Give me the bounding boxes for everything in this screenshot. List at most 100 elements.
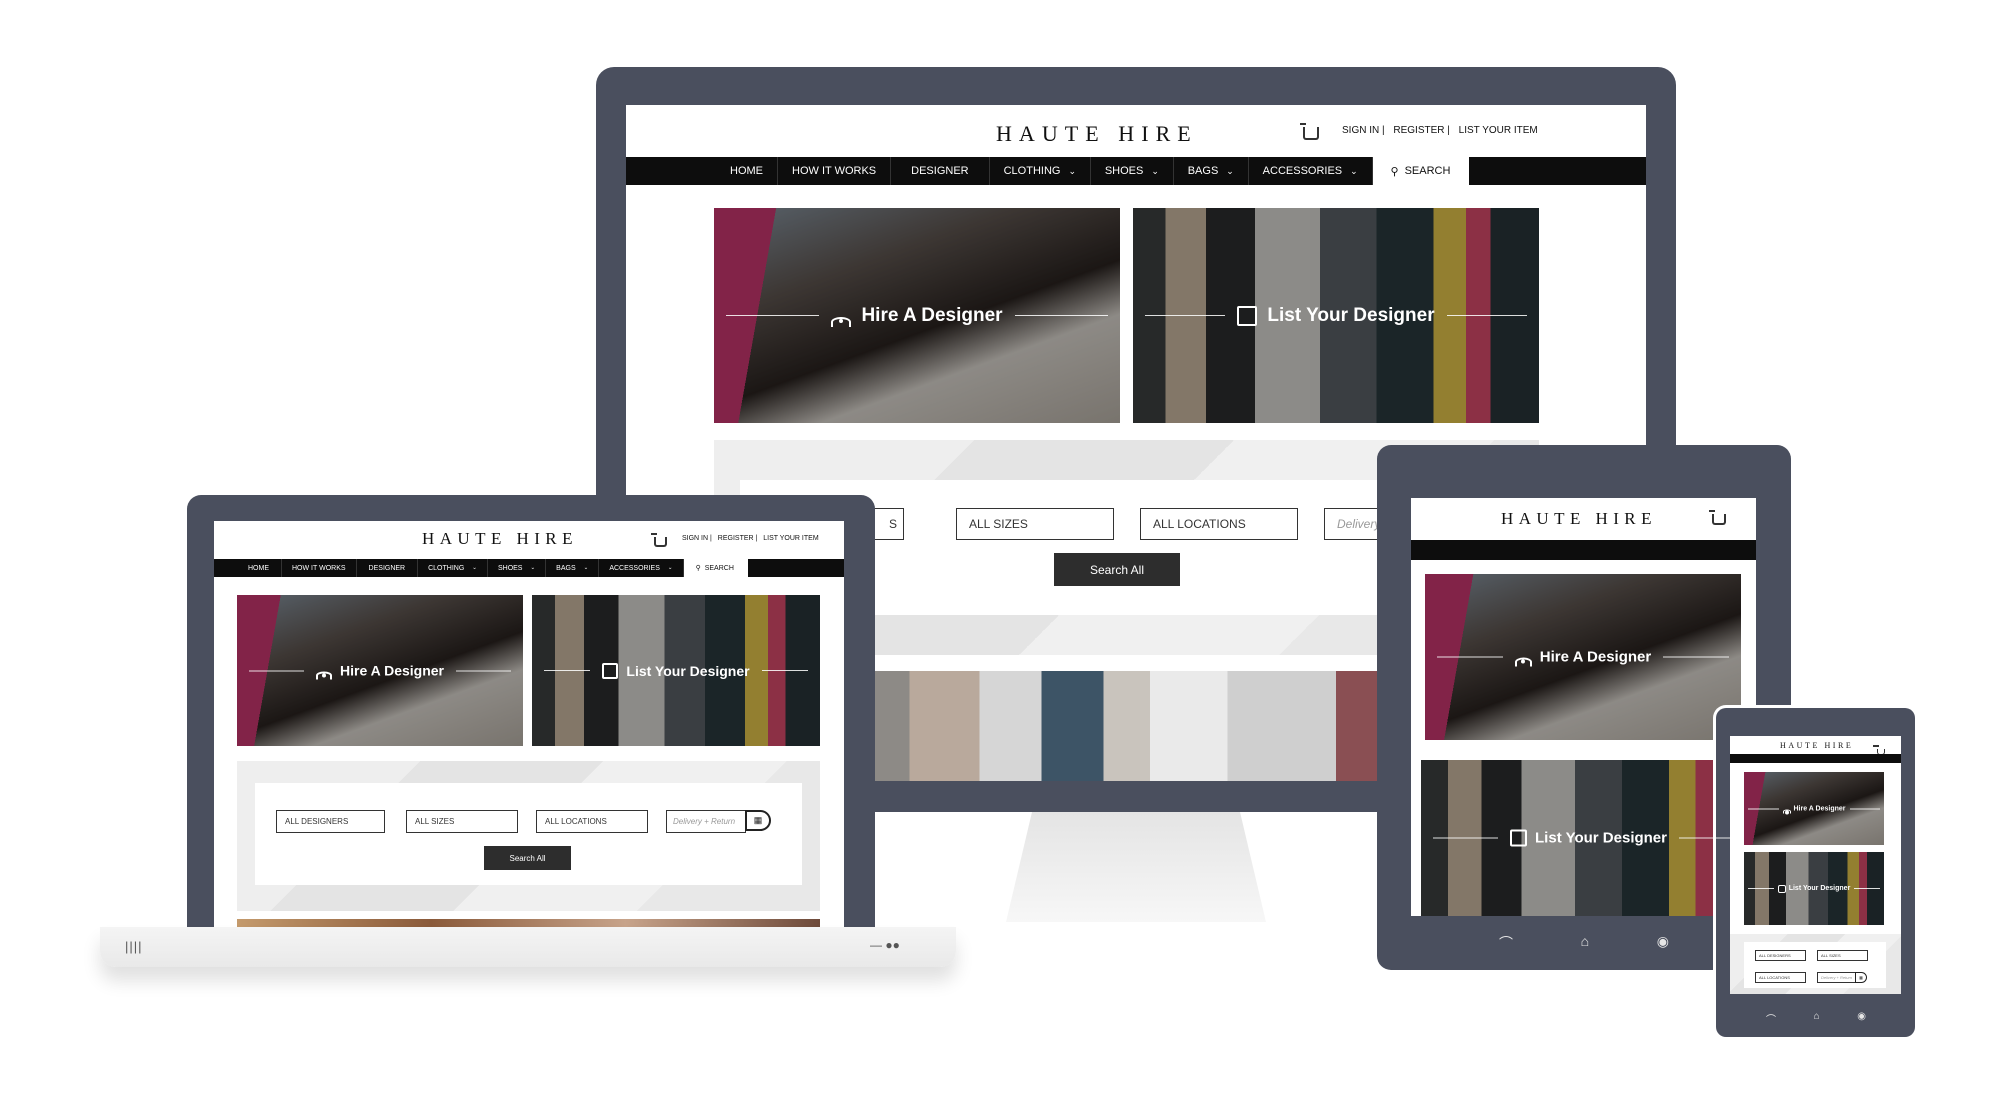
nav-clothing-label: CLOTHING xyxy=(1003,165,1061,177)
hero-list-designer[interactable]: List Your Designer xyxy=(1421,760,1756,916)
locations-filter[interactable]: ALL LOCATIONS xyxy=(536,810,648,833)
nav-clothing[interactable]: CLOTHING ⌄ xyxy=(418,559,488,577)
monitor-stand xyxy=(1006,812,1266,922)
chevron-down-icon: ⌄ xyxy=(1151,165,1159,176)
view-icon[interactable]: ◉ xyxy=(1657,933,1669,953)
delivery-field[interactable]: Delivery + Return xyxy=(1817,972,1856,983)
hero-list-designer[interactable]: List Your Designer xyxy=(532,595,820,746)
site-logo[interactable]: HAUTE HIRE xyxy=(1780,741,1853,750)
nav-shoes[interactable]: SHOES ⌄ xyxy=(488,559,547,577)
nav-search-label: SEARCH xyxy=(704,564,734,572)
nav-bags[interactable]: BAGS ⌄ xyxy=(546,559,600,577)
nav-shoes-label: SHOES xyxy=(497,564,523,572)
main-nav: HOME HOW IT WORKS DESIGNER CLOTHING ⌄ SHO… xyxy=(626,157,1646,185)
nav-search-label: SEARCH xyxy=(1404,165,1451,177)
view-icon[interactable]: ◉ xyxy=(1857,1011,1866,1026)
laptop-screen: HAUTE HIRE SIGN IN | REGISTER | LIST YOU… xyxy=(214,521,844,927)
nav-bags-label: BAGS xyxy=(1187,165,1219,177)
person-icon xyxy=(831,316,852,327)
phone-nav-buttons: ⌒ ⌂ ◉ xyxy=(1766,1011,1866,1026)
laptop-base: |||| — ●● xyxy=(100,927,956,967)
filter-panel: ALL DESIGNERS ALL SIZES ALL LOCATIONS De… xyxy=(1744,942,1886,988)
person-icon xyxy=(1782,809,1791,813)
sizes-filter[interactable]: ALL SIZES xyxy=(1817,950,1868,961)
calendar-icon[interactable]: ▦ xyxy=(745,810,771,831)
nav-accessories-label: ACCESSORIES xyxy=(609,564,660,572)
register-link[interactable]: REGISTER | xyxy=(718,535,758,542)
hero-list-designer[interactable]: List Your Designer xyxy=(1744,852,1884,925)
chevron-down-icon: ⌄ xyxy=(1350,165,1358,176)
hero-hire-designer[interactable]: Hire A Designer xyxy=(714,208,1120,423)
nav-designer[interactable]: DESIGNER xyxy=(891,157,990,185)
back-icon[interactable]: ⌒ xyxy=(1499,933,1513,953)
cart-icon[interactable] xyxy=(1300,123,1319,140)
designers-filter[interactable]: ALL DESIGNERS xyxy=(1755,950,1806,961)
locations-filter[interactable]: ALL LOCATIONS xyxy=(1140,508,1298,540)
phone-screen: HAUTE HIRE Hire A Designer List Your Des… xyxy=(1730,736,1901,994)
sign-in-link[interactable]: SIGN IN | xyxy=(682,535,712,542)
site-logo[interactable]: HAUTE HIRE xyxy=(996,121,1198,147)
hero-hire-designer[interactable]: Hire A Designer xyxy=(237,595,523,746)
nav-clothing[interactable]: CLOTHING ⌄ xyxy=(990,157,1091,185)
home-icon[interactable]: ⌂ xyxy=(1581,933,1589,953)
header-links: SIGN IN | REGISTER | LIST YOUR ITEM xyxy=(682,535,819,542)
nav-how-it-works[interactable]: HOW IT WORKS xyxy=(778,157,892,185)
hero-list-designer[interactable]: List Your Designer xyxy=(1133,208,1539,423)
nav-search[interactable]: ⚲ SEARCH xyxy=(683,559,748,577)
hero-hire-label: Hire A Designer xyxy=(1793,805,1846,812)
mobile-nav-bar[interactable] xyxy=(1730,754,1901,763)
person-icon xyxy=(1514,657,1532,667)
designers-filter[interactable]: ALL DESIGNERS xyxy=(276,810,385,833)
list-item-link[interactable]: LIST YOUR ITEM xyxy=(1459,125,1538,136)
site-logo[interactable]: HAUTE HIRE xyxy=(422,529,578,549)
locations-filter[interactable]: ALL LOCATIONS xyxy=(1755,972,1806,983)
tablet-nav-buttons: ⌒ ⌂ ◉ xyxy=(1499,933,1669,953)
main-nav: HOME HOW IT WORKS DESIGNER CLOTHING ⌄ SHO… xyxy=(214,559,844,577)
home-icon[interactable]: ⌂ xyxy=(1814,1011,1820,1026)
search-icon: ⚲ xyxy=(1390,165,1399,178)
shirt-icon xyxy=(602,662,619,679)
chevron-down-icon: ⌄ xyxy=(1226,165,1234,176)
cart-icon[interactable] xyxy=(651,533,667,547)
sizes-filter[interactable]: ALL SIZES xyxy=(956,508,1114,540)
tablet-screen: HAUTE HIRE Hire A Designer List Your Des… xyxy=(1411,498,1756,916)
nav-clothing-label: CLOTHING xyxy=(428,564,465,572)
chevron-down-icon: ⌄ xyxy=(667,565,673,571)
hero-list-label: List Your Designer xyxy=(626,662,750,679)
hero-list-label: List Your Designer xyxy=(1535,829,1667,847)
register-link[interactable]: REGISTER | xyxy=(1393,125,1450,136)
nav-shoes[interactable]: SHOES ⌄ xyxy=(1091,157,1174,185)
hero-hire-label: Hire A Designer xyxy=(340,662,444,679)
nav-search[interactable]: ⚲ SEARCH xyxy=(1372,157,1469,185)
nav-designer[interactable]: DESIGNER xyxy=(357,559,419,577)
nav-accessories[interactable]: ACCESSORIES ⌄ xyxy=(1249,157,1373,185)
hero-hire-designer[interactable]: Hire A Designer xyxy=(1744,772,1884,845)
hero-list-label: List Your Designer xyxy=(1788,885,1851,892)
search-all-button[interactable]: Search All xyxy=(484,846,571,870)
nav-home[interactable]: HOME xyxy=(236,559,282,577)
back-icon[interactable]: ⌒ xyxy=(1766,1011,1776,1026)
search-all-button[interactable]: Search All xyxy=(1054,553,1180,586)
filter-panel: ALL DESIGNERS ALL SIZES ALL LOCATIONS De… xyxy=(255,783,802,885)
mobile-nav-bar[interactable] xyxy=(1411,540,1756,560)
phone-device: HAUTE HIRE Hire A Designer List Your Des… xyxy=(1716,708,1915,1037)
delivery-field[interactable]: Delivery + Return xyxy=(666,810,746,833)
nav-accessories[interactable]: ACCESSORIES ⌄ xyxy=(599,559,684,577)
nav-accessories-label: ACCESSORIES xyxy=(1262,165,1343,177)
hero-list-label: List Your Designer xyxy=(1267,304,1435,326)
shirt-icon xyxy=(1510,829,1528,847)
list-item-link[interactable]: LIST YOUR ITEM xyxy=(763,535,818,542)
nav-how-it-works[interactable]: HOW IT WORKS xyxy=(282,559,357,577)
laptop-device: HAUTE HIRE SIGN IN | REGISTER | LIST YOU… xyxy=(100,495,960,980)
site-logo[interactable]: HAUTE HIRE xyxy=(1501,509,1657,529)
sign-in-link[interactable]: SIGN IN | xyxy=(1342,125,1385,136)
calendar-icon[interactable]: ▦ xyxy=(1855,972,1867,983)
product-strip xyxy=(237,919,820,927)
cart-icon[interactable] xyxy=(1709,510,1726,525)
search-icon: ⚲ xyxy=(695,565,701,572)
header-links: SIGN IN | REGISTER | LIST YOUR ITEM xyxy=(1342,125,1538,136)
sizes-filter[interactable]: ALL SIZES xyxy=(406,810,518,833)
nav-home[interactable]: HOME xyxy=(716,157,778,185)
nav-bags[interactable]: BAGS ⌄ xyxy=(1174,157,1249,185)
hero-hire-designer[interactable]: Hire A Designer xyxy=(1425,574,1741,740)
